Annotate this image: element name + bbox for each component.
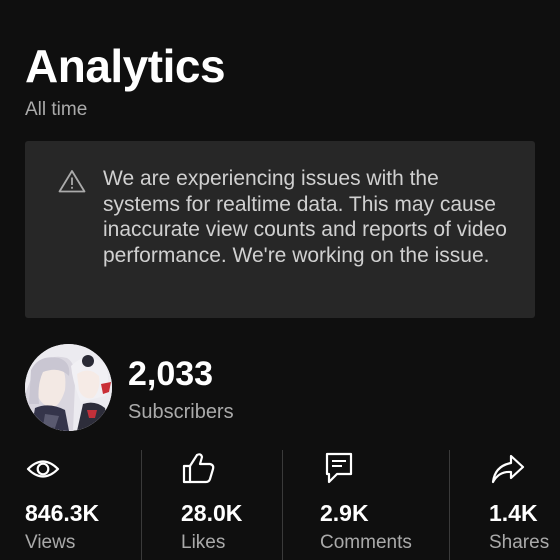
comment-icon [325,452,353,484]
warning-icon [58,170,86,193]
subscriber-label: Subscribers [128,401,234,423]
shares-label: Shares [489,532,550,553]
likes-label: Likes [181,532,226,553]
shares-value: 1.4K [489,500,538,526]
views-label: Views [25,532,76,553]
avatar-illustration [25,344,112,431]
comments-value: 2.9K [320,500,369,526]
stat-divider [141,450,142,560]
comments-label: Comments [320,532,412,553]
page-title: Analytics [25,40,226,92]
stat-divider [449,450,450,560]
notice-message: We are experiencing issues with the syst… [103,167,507,267]
realtime-issue-notice: We are experiencing issues with the syst… [25,141,535,318]
channel-avatar[interactable] [25,344,112,431]
share-icon [491,454,525,484]
stat-divider [282,450,283,560]
subscriber-count: 2,033 [128,355,214,393]
thumbs-up-icon [182,453,215,484]
views-value: 846.3K [25,500,100,526]
period-label: All time [25,99,88,120]
eye-icon [26,460,60,478]
likes-value: 28.0K [181,500,243,526]
